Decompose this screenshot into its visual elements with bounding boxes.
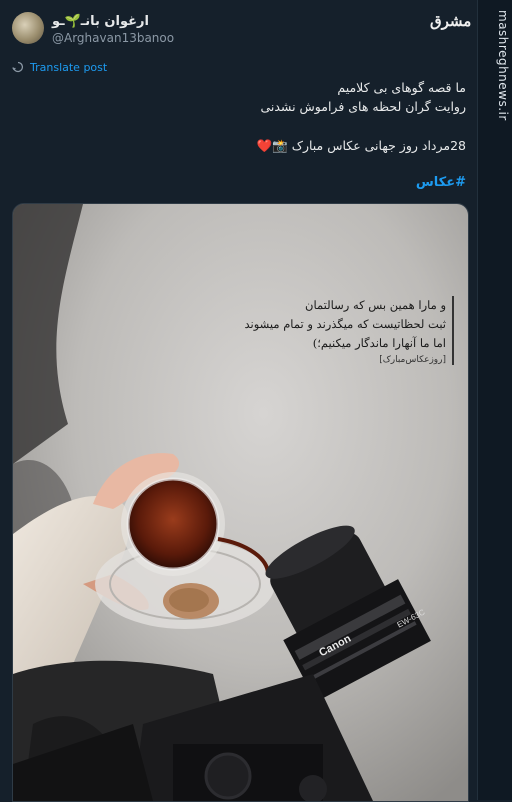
image-quote-block: و مارا همین بس که رسالتمان ثبت لحظاتیست … — [216, 296, 454, 365]
tweet-card: ارغوان بانـ🌱ـو @Arghavan13banoo مشرق Tra… — [0, 0, 478, 802]
photo-illustration — [13, 204, 468, 801]
quote-line-2: ثبت لحظاتیست که میگذرند و تمام میشوند — [244, 317, 446, 331]
watermark-strip: mashreghnews.ir — [477, 0, 512, 800]
translate-label: Translate post — [30, 60, 108, 74]
quote-caption: [روزعکاس‌مبارک] — [379, 355, 446, 365]
quote-line-3: اما ما آنهارا ماندگار میکنیم؛) — [312, 336, 446, 350]
hashtag-link[interactable]: #عکاس — [416, 175, 466, 190]
user-handle[interactable]: @Arghavan13banoo — [52, 31, 174, 45]
translate-post-button[interactable]: Translate post — [12, 59, 107, 75]
tweet-text-line-2: روایت گران لحظه های فراموش نشدنی — [260, 99, 466, 114]
avatar[interactable] — [12, 12, 44, 44]
quote-line-1: و مارا همین بس که رسالتمان — [305, 298, 446, 312]
display-name[interactable]: ارغوان بانـ🌱ـو — [52, 14, 149, 29]
tweet-text-line-1: ما قصه گوهای بی کلامیم — [337, 80, 466, 95]
tweet-text-line-3: 28مرداد روز جهانی عکاس مبارک 📸❤️ — [256, 138, 466, 153]
publisher-logo: مشرق — [430, 12, 472, 30]
translate-icon — [12, 61, 24, 73]
watermark-text: mashreghnews.ir — [496, 10, 510, 121]
tweet-media-photo[interactable]: و مارا همین بس که رسالتمان ثبت لحظاتیست … — [12, 203, 469, 802]
